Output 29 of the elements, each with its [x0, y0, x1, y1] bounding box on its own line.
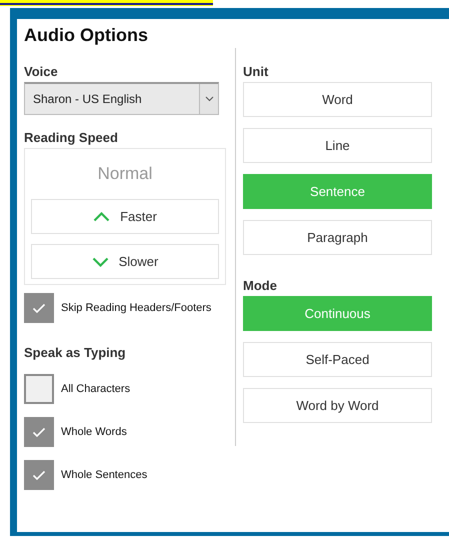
section-label: Mode	[243, 278, 278, 294]
chevron-up-icon	[93, 212, 110, 222]
checkmark-icon	[32, 426, 46, 438]
section-label: Voice	[24, 64, 59, 80]
section-label: Reading Speed	[24, 130, 119, 146]
checkmark-icon	[32, 302, 46, 314]
mode-option[interactable]: Word by Word	[243, 388, 432, 423]
chevron-down-icon	[92, 256, 109, 266]
section-label: Unit	[243, 64, 270, 80]
checkbox[interactable]	[24, 374, 54, 404]
slower-button[interactable]: Slower	[31, 244, 219, 279]
checkmark-icon	[32, 470, 46, 480]
checkbox[interactable]	[24, 417, 54, 447]
speed-value: Normal	[96, 163, 154, 185]
unit-option[interactable]: Paragraph	[243, 220, 432, 255]
unit-option[interactable]: Line	[243, 128, 432, 163]
section-label: Speak as Typing	[24, 345, 127, 361]
unit-option[interactable]: Word	[243, 82, 432, 117]
mode-option[interactable]: Self-Paced	[243, 342, 432, 377]
checkbox-label: All Characters	[61, 383, 130, 395]
checkbox[interactable]	[24, 460, 54, 490]
caret-icon	[204, 96, 214, 102]
dialog-title: Audio Options	[24, 25, 149, 45]
checkbox-label: Whole Words	[61, 426, 127, 438]
checkbox[interactable]	[24, 293, 54, 323]
faster-button[interactable]: Faster	[31, 199, 219, 234]
voice-dropdown[interactable]: Sharon - US English	[24, 82, 219, 115]
checkbox-label: Whole Sentences	[61, 469, 148, 481]
checkbox-label: Skip Reading Headers/Footers	[61, 302, 212, 314]
